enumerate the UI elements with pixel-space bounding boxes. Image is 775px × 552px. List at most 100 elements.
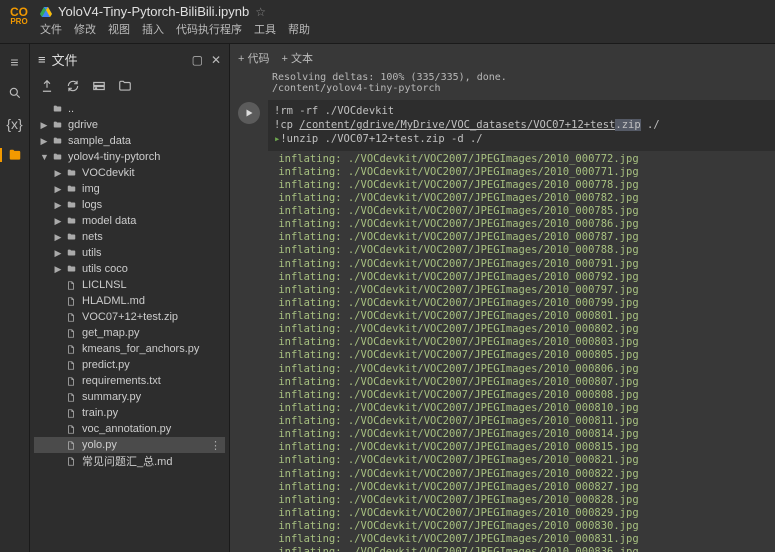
file-icon (66, 280, 78, 291)
refresh-icon[interactable] (66, 79, 80, 93)
tree-node-label: summary.py (82, 391, 221, 403)
drive-icon (40, 6, 52, 18)
tree-node-label: logs (82, 199, 221, 211)
tree-node-label: img (82, 183, 221, 195)
folder-up-icon (52, 104, 64, 114)
menu-item[interactable]: 代码执行程序 (176, 21, 242, 37)
folder-action-icon[interactable] (118, 79, 132, 93)
files-icon[interactable] (0, 148, 22, 162)
tree-node-label: predict.py (82, 359, 221, 371)
tree-node-label: yolo.py (82, 439, 206, 451)
toc-icon[interactable]: ≡ (10, 54, 18, 70)
tree-node[interactable]: ▶utils coco (34, 261, 225, 277)
menu-item[interactable]: 帮助 (288, 21, 310, 37)
star-icon[interactable]: ☆ (255, 5, 266, 19)
folder-icon (66, 264, 78, 274)
close-panel-icon[interactable]: ✕ (211, 53, 221, 67)
file-icon (66, 424, 78, 435)
file-icon (66, 376, 78, 387)
menu-item[interactable]: 文件 (40, 21, 62, 37)
tree-node-label: gdrive (68, 119, 221, 131)
tree-node-label: nets (82, 231, 221, 243)
tree-node[interactable]: ▶model data (34, 213, 225, 229)
pre-output: Resolving deltas: 100% (335/335), done. … (230, 72, 775, 94)
tree-node[interactable]: kmeans_for_anchors.py (34, 341, 225, 357)
tree-node[interactable]: VOC07+12+test.zip (34, 309, 225, 325)
tree-node[interactable]: LICLNSL (34, 277, 225, 293)
menu-item[interactable]: 修改 (74, 21, 96, 37)
tree-node[interactable]: predict.py (34, 357, 225, 373)
hamburger-icon[interactable]: ≡ (38, 52, 46, 67)
tree-node[interactable]: requirements.txt (34, 373, 225, 389)
cell-output: inflating: ./VOCdevkit/VOC2007/JPEGImage… (230, 151, 775, 552)
folder-icon (66, 200, 78, 210)
tree-node-label: HLADML.md (82, 295, 221, 307)
tree-node[interactable]: ▼yolov4-tiny-pytorch (34, 149, 225, 165)
folder-icon (52, 120, 64, 130)
folder-icon (66, 232, 78, 242)
tree-node[interactable]: ▶nets (34, 229, 225, 245)
tree-node[interactable]: summary.py (34, 389, 225, 405)
tree-node[interactable]: ▶img (34, 181, 225, 197)
file-icon (66, 360, 78, 371)
tree-node-label: LICLNSL (82, 279, 221, 291)
menu-item[interactable]: 插入 (142, 21, 164, 37)
search-icon[interactable] (8, 86, 22, 100)
tree-node-label: voc_annotation.py (82, 423, 221, 435)
tree-node-label: utils (82, 247, 221, 259)
folder-icon (52, 152, 64, 162)
file-icon (66, 392, 78, 403)
file-icon (66, 408, 78, 419)
doc-title[interactable]: YoloV4-Tiny-Pytorch-BiliBili.ipynb (58, 4, 249, 19)
tree-node-label: requirements.txt (82, 375, 221, 387)
dock-icon[interactable]: ▢ (192, 53, 203, 67)
tree-node[interactable]: ▶VOCdevkit (34, 165, 225, 181)
more-icon[interactable]: ⋮ (210, 439, 221, 452)
tree-node[interactable]: .. (34, 101, 225, 117)
tree-node-label: yolov4-tiny-pytorch (68, 151, 221, 163)
tree-node[interactable]: 常见问题汇_总.md (34, 453, 225, 469)
tree-node[interactable]: get_map.py (34, 325, 225, 341)
tree-node[interactable]: yolo.py ⋮ (34, 437, 225, 453)
panel-title: 文件 (52, 50, 78, 69)
folder-icon (66, 168, 78, 178)
folder-icon (66, 184, 78, 194)
tree-node-label: model data (82, 215, 221, 227)
vars-icon[interactable]: {x} (6, 116, 22, 132)
tree-node[interactable]: ▶gdrive (34, 117, 225, 133)
tree-node-label: VOC07+12+test.zip (82, 311, 221, 323)
tree-node-label: get_map.py (82, 327, 221, 339)
folder-icon (66, 216, 78, 226)
run-button[interactable] (238, 102, 260, 124)
tree-node[interactable]: ▶sample_data (34, 133, 225, 149)
add-text-button[interactable]: + 文本 (281, 50, 312, 66)
file-icon (66, 312, 78, 323)
folder-icon (52, 136, 64, 146)
upload-icon[interactable] (40, 79, 54, 93)
menu-item[interactable]: 视图 (108, 21, 130, 37)
tree-node-label: utils coco (82, 263, 221, 275)
file-icon (66, 440, 78, 451)
file-icon (66, 296, 78, 307)
menu-bar: 文件修改视图插入代码执行程序工具帮助 (40, 21, 769, 37)
tree-node[interactable]: train.py (34, 405, 225, 421)
tree-node-label: kmeans_for_anchors.py (82, 343, 221, 355)
menu-item[interactable]: 工具 (254, 21, 276, 37)
code-cell: !rm -rf ./VOCdevkit!cp /content/gdrive/M… (230, 100, 775, 151)
tree-node-label: 常见问题汇_总.md (82, 453, 221, 469)
tree-node-label: train.py (82, 407, 221, 419)
cell-body[interactable]: !rm -rf ./VOCdevkit!cp /content/gdrive/M… (268, 100, 775, 151)
file-icon (66, 328, 78, 339)
colab-logo: CO PRO (6, 4, 32, 26)
tree-node[interactable]: voc_annotation.py (34, 421, 225, 437)
tree-node[interactable]: HLADML.md (34, 293, 225, 309)
tree-node[interactable]: ▶utils (34, 245, 225, 261)
mount-drive-icon[interactable] (92, 79, 106, 93)
file-icon (66, 344, 78, 355)
tree-node-label: sample_data (68, 135, 221, 147)
file-icon (66, 456, 78, 467)
tree-node-label: .. (68, 103, 221, 115)
add-code-button[interactable]: + 代码 (238, 50, 269, 66)
tree-node-label: VOCdevkit (82, 167, 221, 179)
tree-node[interactable]: ▶logs (34, 197, 225, 213)
